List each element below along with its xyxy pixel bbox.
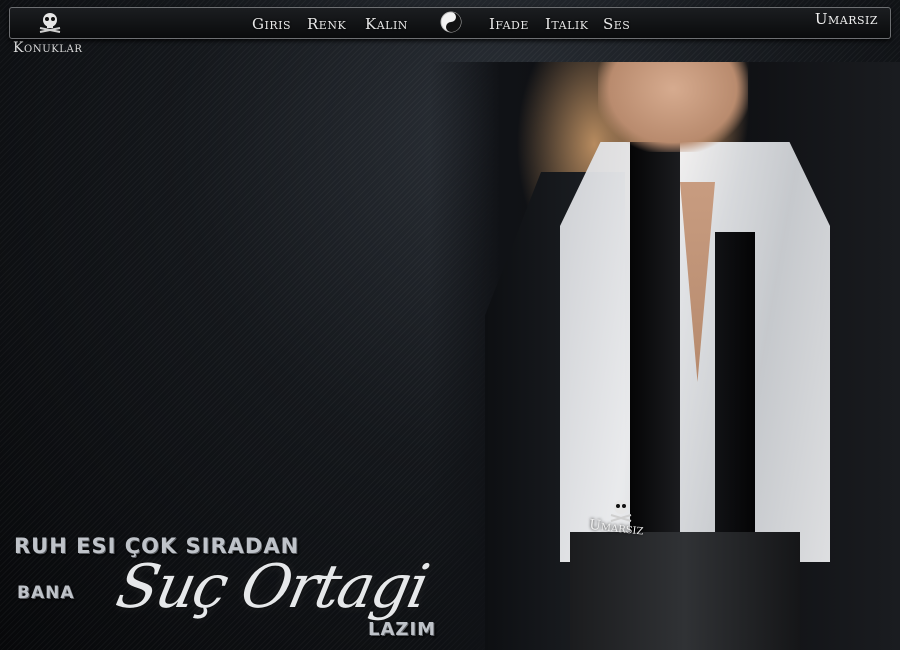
nav-link-ifade[interactable]: Ifade [489, 15, 529, 33]
nav-link-renk[interactable]: Renk [307, 15, 346, 33]
yin-yang-icon[interactable] [439, 10, 463, 38]
nav-link-giris[interactable]: Giris [252, 15, 291, 33]
nav-link-ses[interactable]: Ses [603, 15, 630, 33]
face-shape [598, 62, 748, 152]
top-navigation-bar: Giris Renk Kalin Ifade Italik Ses Umarsi… [9, 7, 891, 39]
skull-crossbones-icon[interactable] [36, 10, 64, 38]
nav-link-kalin[interactable]: Kalin [365, 15, 408, 33]
hero-image [430, 62, 900, 650]
slogan-lazim: LAZIM [368, 619, 437, 640]
slogan-bana: BANA [17, 583, 75, 603]
site-brand[interactable]: Umarsiz [815, 10, 878, 28]
nav-link-italik[interactable]: Italik [545, 15, 588, 33]
slogan-script: Suç Ortagi [110, 552, 434, 622]
guests-link[interactable]: Konuklar [13, 40, 83, 56]
